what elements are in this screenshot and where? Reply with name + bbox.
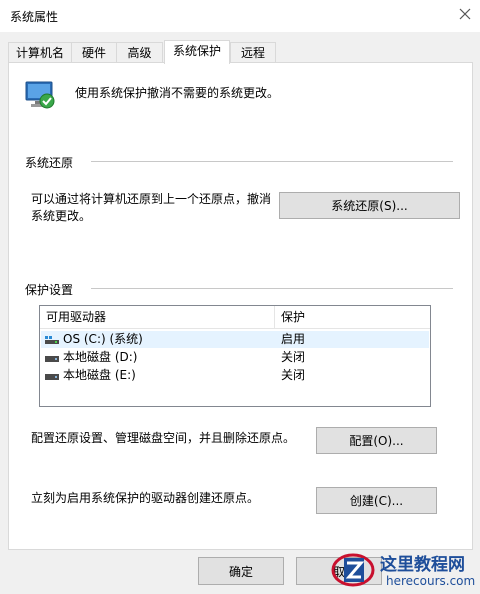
drive-protection-status: 关闭	[281, 368, 306, 382]
ok-button[interactable]: 确定	[198, 557, 284, 585]
tab-hardware[interactable]: 硬件	[71, 42, 117, 63]
protection-group-title: 保护设置	[25, 283, 74, 297]
disk-drive-icon	[45, 374, 59, 380]
watermark-url: herecours.com	[386, 574, 476, 588]
intro-text: 使用系统保护撤消不需要的系统更改。	[75, 86, 280, 100]
disk-drive-icon	[45, 356, 59, 362]
tab-label: 系统保护	[172, 44, 221, 58]
drive-protection-status: 关闭	[281, 350, 306, 364]
tab-system-protection[interactable]: 系统保护	[164, 40, 230, 64]
tab-computer-name[interactable]: 计算机名	[8, 42, 72, 63]
tab-panel: 使用系统保护撤消不需要的系统更改。 系统还原 可以通过将计算机还原到上一个还原点…	[8, 62, 473, 550]
restore-description-line1: 可以通过将计算机还原到上一个还原点，撤消	[31, 192, 272, 206]
list-item-drive-e[interactable]: 本地磁盘 (E:) 关闭	[41, 367, 429, 384]
column-separator[interactable]	[274, 306, 275, 328]
tab-label: 计算机名	[15, 46, 64, 60]
list-item-drive-d[interactable]: 本地磁盘 (D:) 关闭	[41, 349, 429, 366]
tab-advanced[interactable]: 高级	[116, 42, 163, 63]
watermark: 这里教程网 herecours.com	[330, 546, 480, 594]
drive-name: 本地磁盘 (D:)	[63, 350, 138, 364]
divider	[91, 288, 453, 289]
drive-list[interactable]: 可用驱动器 保护 OS (C:) (系统) 启用 本地磁盘 (D:) 关闭 本地…	[39, 305, 431, 407]
create-description: 立刻为启用系统保护的驱动器创建还原点。	[31, 491, 260, 505]
close-icon[interactable]	[456, 5, 474, 23]
window-title: 系统属性	[10, 10, 59, 24]
tab-label: 高级	[127, 46, 152, 60]
system-restore-button[interactable]: 系统还原(S)...	[279, 192, 460, 219]
create-button[interactable]: 创建(C)...	[316, 487, 437, 514]
restore-description-line2: 系统更改。	[31, 209, 92, 223]
system-protection-icon	[25, 81, 55, 109]
watermark-logo-icon	[331, 553, 375, 587]
system-drive-icon	[45, 336, 59, 344]
tab-label: 硬件	[81, 46, 106, 60]
drive-protection-status: 启用	[281, 332, 306, 346]
list-header: 可用驱动器 保护	[40, 306, 430, 329]
configure-button[interactable]: 配置(O)...	[316, 427, 437, 454]
restore-group-title: 系统还原	[25, 156, 74, 170]
list-item-drive-c[interactable]: OS (C:) (系统) 启用	[41, 331, 429, 348]
tab-remote[interactable]: 远程	[230, 42, 276, 63]
watermark-brand: 这里教程网	[380, 555, 465, 575]
tab-label: 远程	[240, 46, 265, 60]
title-bar: 系统属性	[0, 0, 480, 32]
configure-description: 配置还原设置、管理磁盘空间，并且删除还原点。	[31, 431, 296, 445]
drive-name: 本地磁盘 (E:)	[63, 368, 136, 382]
column-header-drive[interactable]: 可用驱动器	[46, 306, 106, 328]
drive-name: OS (C:) (系统)	[63, 332, 143, 346]
column-header-protection[interactable]: 保护	[281, 306, 305, 328]
divider	[91, 161, 453, 162]
